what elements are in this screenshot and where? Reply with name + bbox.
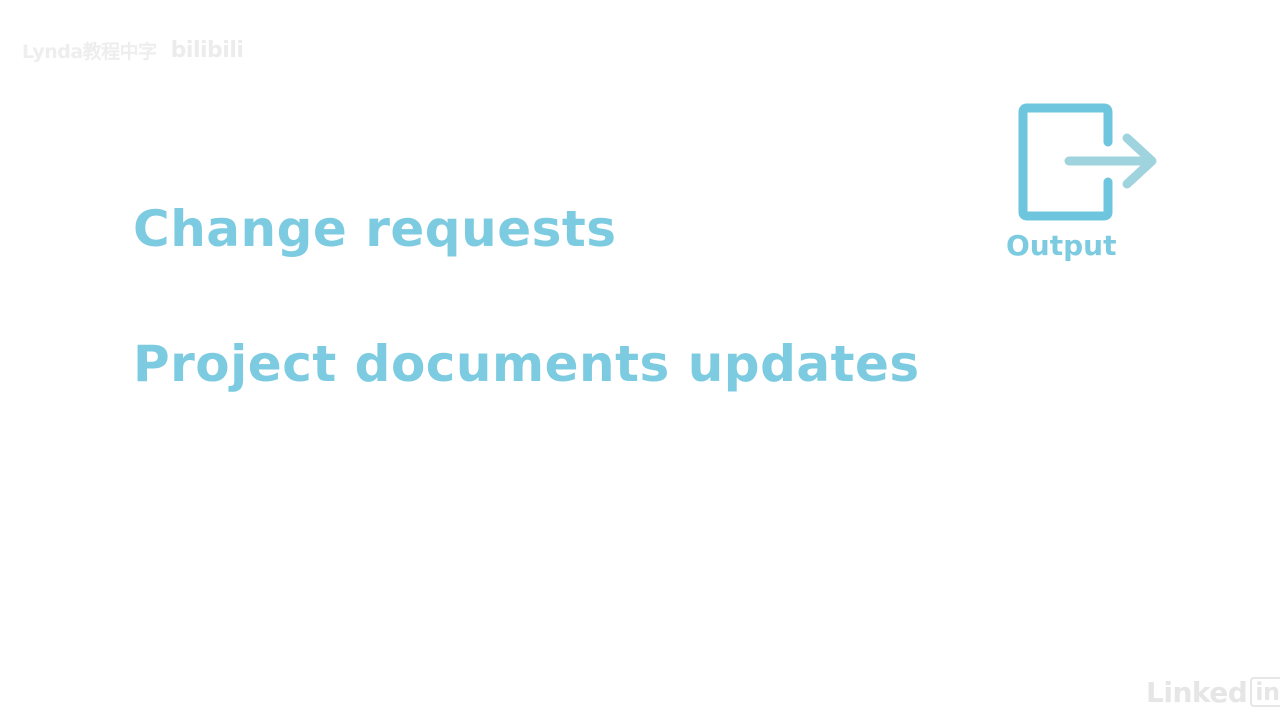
watermark-text: Lynda教程中字 [22,40,157,63]
list-item-change-requests: Change requests [133,200,617,258]
watermark: Lynda教程中字 bilibili [22,30,244,70]
linkedin-text: Linked [1146,675,1248,709]
linkedin-in-badge: in [1250,677,1280,707]
output-label: Output [1006,229,1117,262]
linkedin-logo: Linked in [1146,675,1280,709]
output-exit-icon [1018,103,1157,221]
bilibili-logo: bilibili [170,37,244,63]
list-item-project-documents-updates: Project documents updates [133,335,920,393]
